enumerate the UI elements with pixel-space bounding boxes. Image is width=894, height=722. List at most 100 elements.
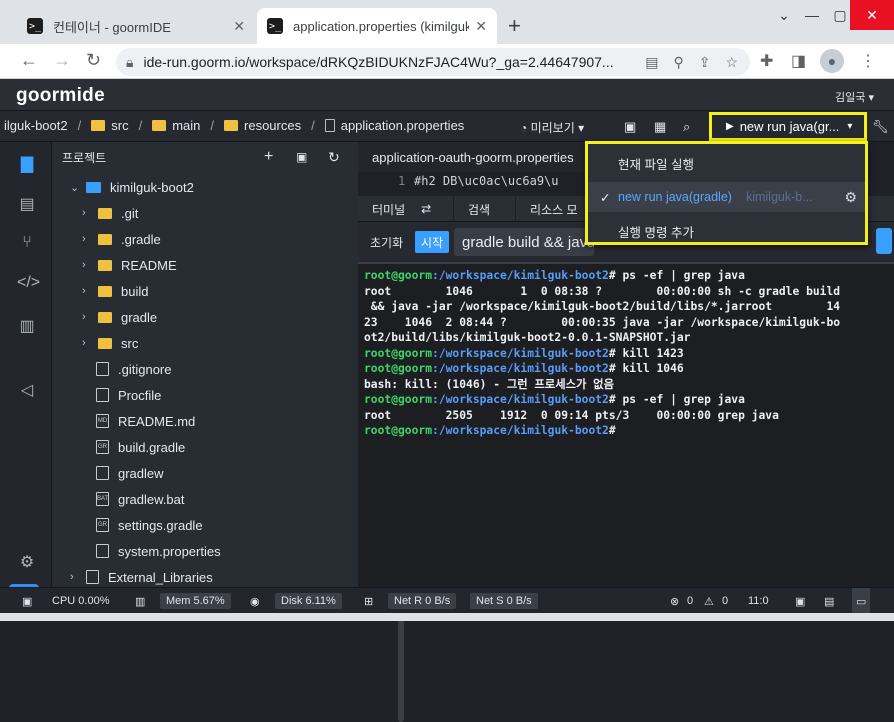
terminal-line: root@goorm:/workspace/kimilguk-boot2# (364, 423, 888, 439)
tree-item[interactable]: GR build.gradle (96, 434, 185, 460)
browser-tab-application-properties[interactable]: >_ application.properties (kimilguk- ✕ (257, 8, 497, 44)
save-all-icon[interactable]: ▦ (654, 119, 666, 135)
lock-icon: 🔒︎ (126, 53, 134, 70)
run-config-button[interactable]: ▶ new run java(gr... ▾ (709, 112, 867, 141)
tab-close-icon[interactable]: ✕ (233, 18, 245, 35)
tree-item[interactable]: › gradle (82, 304, 157, 330)
close-window-icon[interactable]: ✕ (850, 0, 894, 30)
tree-item[interactable]: › src (82, 330, 138, 356)
run-dropdown-menu: 현재 파일 실행 ✓ new run java(gradle) kimilguk… (585, 141, 868, 245)
tree-root[interactable]: ⌄ kimilguk-boot2 (70, 174, 194, 200)
refresh-icon[interactable]: ↻ (328, 149, 340, 166)
save-icon[interactable]: ▣ (624, 119, 636, 135)
goormide-logo: goormide (16, 85, 105, 106)
user-menu[interactable]: 김일국 ▾ (835, 89, 874, 105)
reload-icon[interactable]: ↻ (86, 50, 101, 71)
tab-close-icon[interactable]: ✕ (475, 18, 487, 35)
terminal-line: root 1046 1 0 08:38 ? 00:00:00 sh -c gra… (364, 284, 841, 298)
extensions-icon[interactable]: ✚ (760, 51, 773, 71)
share-icon[interactable]: ⇪ (699, 54, 711, 71)
vscode-icon[interactable]: ◁ (17, 380, 37, 400)
collapse-icon[interactable]: ▣ (296, 150, 307, 164)
git-icon[interactable]: ⑂ (17, 234, 37, 254)
tree-item[interactable]: system.properties (96, 538, 221, 564)
tree-item[interactable]: Procfile (96, 382, 161, 408)
tree-root-label: kimilguk-boot2 (110, 179, 194, 195)
mem-status: Mem 5.67% (160, 593, 231, 609)
sidepanel-icon[interactable]: ◨ (791, 51, 806, 71)
url-field[interactable]: 🔒︎ ide-run.goorm.io/workspace/dRKQzBIDUK… (116, 48, 750, 76)
library-icon (86, 570, 99, 584)
settings-gear-icon[interactable]: ⚙ (17, 552, 37, 572)
error-icon[interactable]: ⊗ (670, 588, 679, 614)
back-icon[interactable]: ← (20, 50, 38, 71)
clipboard-icon[interactable]: ▤ (645, 54, 658, 71)
play-icon: ▶ (726, 121, 734, 132)
bookmark-star-icon[interactable]: ☆ (725, 54, 738, 71)
tree-item[interactable]: › .git (82, 200, 138, 226)
net-send: Net S 0 B/s (470, 593, 538, 609)
reset-button[interactable]: 초기화 (364, 231, 409, 253)
file-icon: BAT (96, 492, 109, 506)
tree-item[interactable]: MD README.md (96, 408, 195, 434)
terminal-output[interactable]: root@goorm:/workspace/kimilguk-boot2# ps… (358, 262, 894, 587)
menu-item-add-run-command[interactable]: 실행 명령 추가 (588, 216, 865, 246)
tree-item[interactable]: gradlew (96, 460, 164, 486)
add-icon[interactable]: + (264, 148, 273, 166)
terminal-toggle-icon[interactable]: ▭ (852, 588, 871, 614)
code-icon[interactable]: </> (17, 274, 40, 294)
layout-icon[interactable]: ▣ (795, 588, 805, 614)
file-icon: MD (96, 414, 109, 428)
extension-icon[interactable]: ▥ (17, 316, 37, 336)
menu-item-run-current-file[interactable]: 현재 파일 실행 (588, 148, 865, 178)
file-icon (324, 119, 335, 132)
tree-item-label: External_Libraries (108, 569, 213, 585)
error-count: 0 (687, 595, 694, 607)
chat-icon[interactable]: ▤ (824, 588, 834, 614)
menu-item-run-java-gradle[interactable]: ✓ new run java(gradle) kimilguk-b... ⚙ (588, 182, 865, 212)
find-icon[interactable]: ⌕ (683, 119, 690, 135)
browser-tab-container[interactable]: >_ 컨테이너 - goormIDE ✕ (17, 8, 255, 44)
tab-resource[interactable]: 리소스 모 (516, 196, 596, 222)
tree-item[interactable]: .gitignore (96, 356, 171, 382)
wrench-icon[interactable]: 🔧︎ (872, 119, 889, 135)
file-icon (96, 388, 109, 402)
menu-kebab-icon[interactable]: ⋮ (860, 51, 876, 71)
tree-item[interactable]: › README (82, 252, 177, 278)
prompt-path: :/workspace/kimilguk-boot2 (432, 362, 609, 375)
start-button[interactable]: 시작 (415, 231, 450, 253)
tree-item[interactable]: GR settings.gradle (96, 512, 203, 538)
run-command-button[interactable] (876, 228, 892, 254)
tree-item[interactable]: › build (82, 278, 148, 304)
crumb-file[interactable]: application.properties (341, 118, 465, 133)
tree-item-label: build (121, 283, 149, 299)
terminal-favicon-icon: >_ (27, 18, 43, 34)
menu-item-sub: kimilguk-b... (745, 190, 813, 204)
crumb-main[interactable]: main (172, 118, 200, 133)
terminal-panel-icon[interactable]: ▤ (17, 194, 37, 214)
gear-icon[interactable]: ⚙ (844, 189, 857, 206)
tree-item[interactable]: BAT gradlew.bat (96, 486, 185, 512)
crumb-src[interactable]: src (111, 118, 128, 133)
editor-tab[interactable]: application-oauth-goorm.properties (358, 142, 588, 172)
folder-icon (98, 285, 112, 297)
new-tab-button[interactable]: + (508, 13, 521, 39)
check-icon: ✓ (600, 190, 611, 205)
crumb-resources[interactable]: resources (244, 118, 301, 133)
tree-item[interactable]: › .gradle (82, 226, 161, 252)
tab-terminal[interactable]: 터미널 ⇄ (358, 196, 454, 222)
prompt-command: # kill 1046 (608, 362, 684, 375)
command-input[interactable]: gradle build && java (454, 228, 594, 256)
warning-icon[interactable]: ⚠ (704, 588, 714, 614)
forward-icon[interactable]: → (53, 50, 71, 71)
project-icon[interactable]: ▇ (17, 154, 37, 174)
chevron-right-icon: › (82, 259, 86, 271)
preview-button[interactable]: ◔ 미리보기 ▾ (520, 119, 584, 136)
tab-search[interactable]: 검색 (454, 196, 516, 222)
tree-item-label: gradlew (118, 465, 164, 481)
terminal-line: bash: kill: (1046) - 그런 프로세스가 없음 (364, 377, 614, 391)
prompt-path: :/workspace/kimilguk-boot2 (432, 269, 609, 282)
crumb-project[interactable]: ilguk-boot2 (4, 118, 68, 133)
profile-avatar[interactable]: ● (820, 49, 844, 73)
zoom-icon[interactable]: ⚲ (673, 54, 683, 71)
